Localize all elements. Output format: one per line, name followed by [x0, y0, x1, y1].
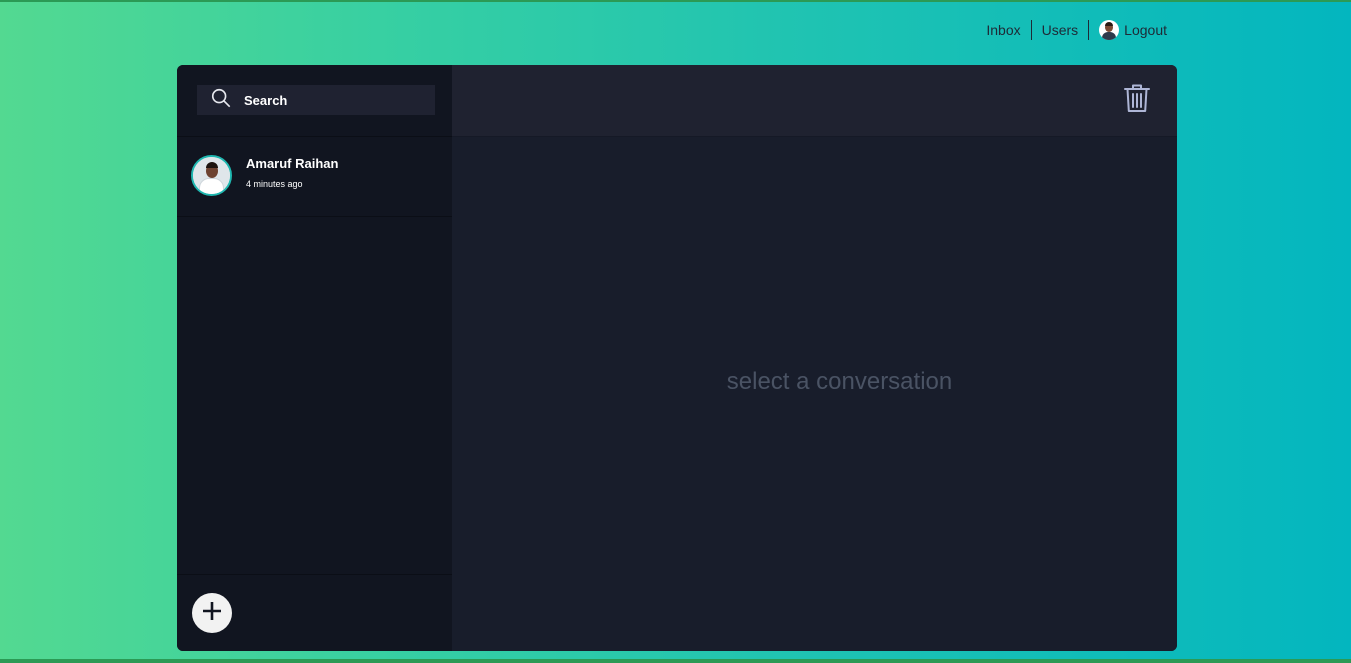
- search-area: [177, 65, 452, 137]
- logout-label: Logout: [1124, 22, 1167, 38]
- conversation-body: select a conversation: [452, 137, 1177, 651]
- empty-state-message: select a conversation: [726, 368, 953, 395]
- new-conversation-button[interactable]: [192, 593, 232, 633]
- conversation-sidebar: Amaruf Raihan 4 minutes ago: [177, 65, 452, 651]
- chat-app-window: Amaruf Raihan 4 minutes ago: [177, 65, 1177, 651]
- nav-inbox-link[interactable]: Inbox: [976, 19, 1030, 41]
- conversation-panel: select a conversation: [452, 65, 1177, 651]
- search-box: [197, 85, 435, 115]
- conversation-header: [452, 65, 1177, 137]
- nav-logout-link[interactable]: Logout: [1089, 19, 1167, 41]
- delete-conversation-button[interactable]: [1123, 82, 1151, 119]
- plus-icon: [201, 600, 223, 627]
- top-navigation: Inbox Users Logout: [976, 19, 1167, 41]
- search-input[interactable]: [244, 92, 424, 108]
- search-icon: [210, 87, 232, 114]
- contact-name: Amaruf Raihan: [246, 156, 339, 171]
- sidebar-footer: [177, 574, 452, 651]
- conversation-text: Amaruf Raihan 4 minutes ago: [246, 155, 338, 189]
- contact-avatar: [191, 155, 232, 196]
- conversation-list: Amaruf Raihan 4 minutes ago: [177, 137, 452, 574]
- nav-users-link[interactable]: Users: [1032, 19, 1089, 41]
- last-active-time: 4 minutes ago: [246, 179, 303, 189]
- conversation-item[interactable]: Amaruf Raihan 4 minutes ago: [177, 137, 452, 217]
- trash-icon: [1123, 82, 1151, 119]
- user-avatar: [1099, 20, 1120, 40]
